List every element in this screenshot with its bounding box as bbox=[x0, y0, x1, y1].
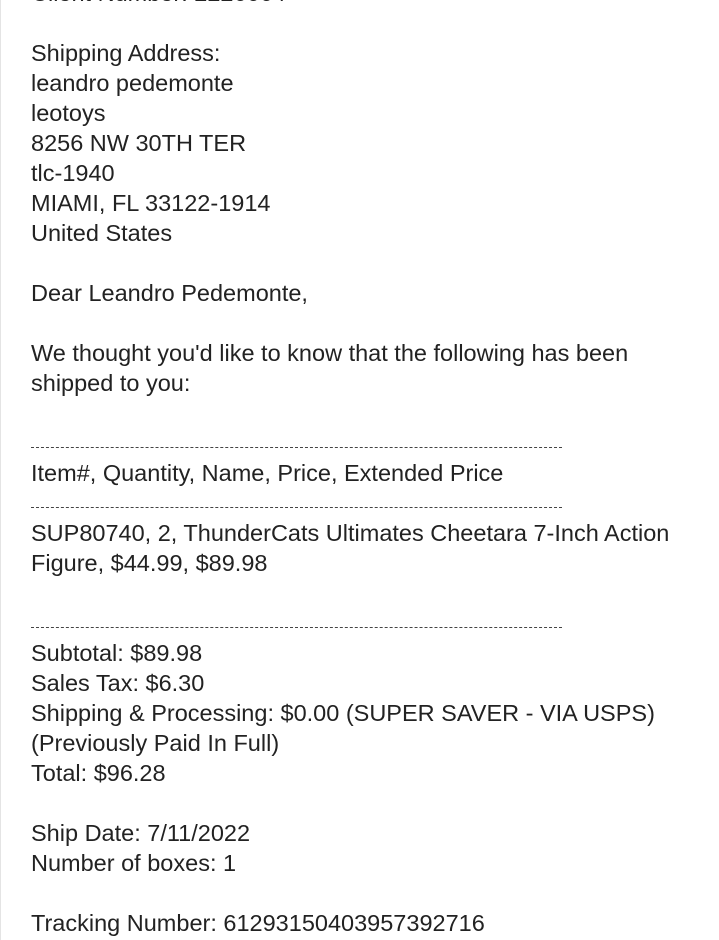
address-country: United States bbox=[31, 220, 173, 246]
divider bbox=[31, 488, 701, 518]
order-total: Total: $96.28 bbox=[31, 760, 166, 786]
client-number-line: Client Number: 2226664 bbox=[31, 0, 701, 8]
items-header: Item#, Quantity, Name, Price, Extended P… bbox=[31, 460, 504, 486]
tracking-number[interactable]: Tracking Number: 61293150403957392716 bbox=[31, 908, 701, 938]
address-suite: tlc-1940 bbox=[31, 160, 115, 186]
email-content: Client Number: 2226664 Shipping Address:… bbox=[31, 0, 701, 938]
ship-date: Ship Date: 7/11/2022 bbox=[31, 820, 251, 846]
address-city-state-zip: MIAMI, FL 33122-1914 bbox=[31, 190, 271, 216]
divider bbox=[31, 428, 701, 458]
divider bbox=[31, 608, 701, 638]
address-street: 8256 NW 30TH TER bbox=[31, 130, 247, 156]
address-company: leotoys bbox=[31, 100, 106, 126]
item-row: SUP80740, 2, ThunderCats Ultimates Cheet… bbox=[31, 520, 670, 576]
greeting: Dear Leandro Pedemonte, bbox=[31, 280, 308, 306]
shipping-address-label: Shipping Address: bbox=[31, 40, 221, 66]
address-name: leandro pedemonte bbox=[31, 70, 234, 96]
sales-tax: Sales Tax: $6.30 bbox=[31, 670, 205, 696]
intro-paragraph: We thought you'd like to know that the f… bbox=[31, 340, 629, 396]
shipping-processing: Shipping & Processing: $0.00 (SUPER SAVE… bbox=[31, 700, 655, 726]
paid-note: (Previously Paid In Full) bbox=[31, 730, 280, 756]
subtotal: Subtotal: $89.98 bbox=[31, 640, 203, 666]
number-of-boxes: Number of boxes: 1 bbox=[31, 850, 237, 876]
email-body: Client Number: 2226664 Shipping Address:… bbox=[0, 0, 719, 940]
